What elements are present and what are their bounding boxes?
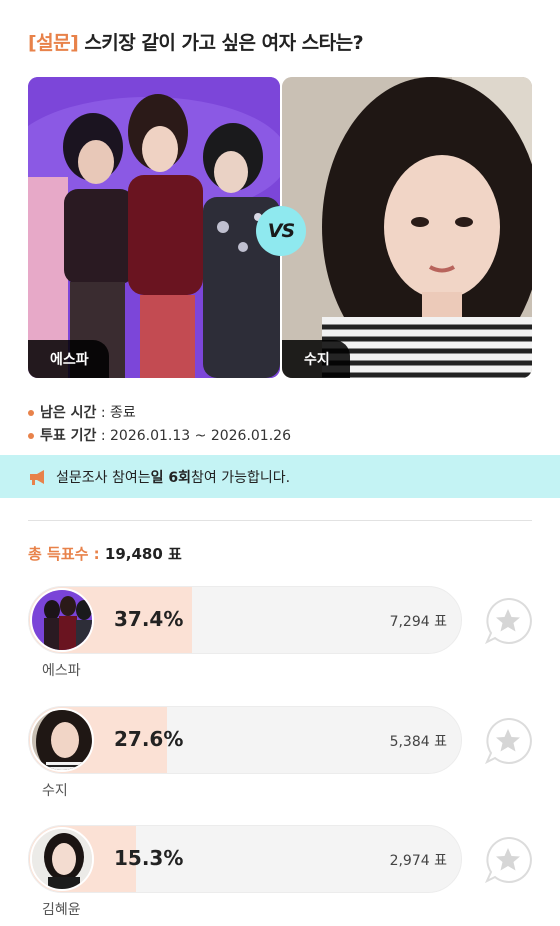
- aespa-group-image: [28, 77, 280, 378]
- voting-period-value: : 2026.01.13 ~ 2026.01.26: [100, 428, 291, 444]
- total-votes: 총 득표수 : 19,480 표: [28, 543, 182, 564]
- vs-badge: VS: [256, 206, 306, 256]
- result-percent: 15.3%: [114, 846, 184, 870]
- avatar-suzy: [30, 708, 94, 772]
- avatar-aespa: [30, 588, 94, 652]
- survey-tag: [설문]: [28, 32, 79, 54]
- notice-emphasis: 일 6회: [150, 469, 192, 486]
- total-votes-label: 총 득표수 :: [28, 545, 100, 563]
- vote-star-button[interactable]: [483, 596, 533, 646]
- total-votes-value: 19,480 표: [104, 545, 182, 563]
- survey-question: 스키장 같이 가고 싶은 여자 스타는?: [84, 32, 364, 54]
- candidate-photo-aespa[interactable]: 에스파: [28, 77, 280, 378]
- candidate-label-right: 수지: [282, 340, 350, 378]
- divider: [28, 520, 532, 521]
- candidate-label-left: 에스파: [28, 340, 109, 378]
- suzy-portrait-image: [282, 77, 532, 378]
- voting-period-row: 투표 기간 : 2026.01.13 ~ 2026.01.26: [28, 425, 291, 445]
- result-votes: 7,294 표: [389, 614, 447, 630]
- result-votes: 2,974 표: [389, 853, 447, 869]
- bullet-dot: [28, 433, 34, 439]
- vote-star-button[interactable]: [483, 835, 533, 885]
- result-votes: 5,384 표: [389, 734, 447, 750]
- notice-prefix: 설문조사 참여는: [56, 469, 151, 486]
- result-name: 에스파: [42, 663, 81, 679]
- candidate-photo-suzy[interactable]: 수지: [282, 77, 532, 378]
- result-percent: 27.6%: [114, 727, 184, 751]
- result-row: 15.3% 2,974 표 김혜윤: [28, 825, 532, 925]
- remaining-time-value: : 종료: [100, 405, 136, 421]
- star-bubble-icon: [484, 836, 532, 884]
- participation-notice: 설문조사 참여는 일 6회 참여 가능합니다.: [0, 455, 560, 498]
- result-name: 수지: [42, 783, 68, 799]
- notice-suffix: 참여 가능합니다.: [191, 469, 291, 486]
- survey-title: [설문] 스키장 같이 가고 싶은 여자 스타는?: [28, 28, 364, 55]
- voting-period-label: 투표 기간: [40, 428, 97, 444]
- star-bubble-icon: [484, 597, 532, 645]
- avatar-kim-hyeyoon: [30, 827, 94, 891]
- remaining-time-row: 남은 시간 : 종료: [28, 402, 136, 422]
- vote-star-button[interactable]: [483, 716, 533, 766]
- result-row: 37.4% 7,294 표 에스파: [28, 586, 532, 686]
- bullet-dot: [28, 410, 34, 416]
- result-name: 김혜윤: [42, 902, 81, 918]
- remaining-time-label: 남은 시간: [40, 405, 97, 421]
- result-row: 27.6% 5,384 표 수지: [28, 706, 532, 806]
- star-bubble-icon: [484, 717, 532, 765]
- result-percent: 37.4%: [114, 607, 184, 631]
- megaphone-icon: [28, 468, 48, 486]
